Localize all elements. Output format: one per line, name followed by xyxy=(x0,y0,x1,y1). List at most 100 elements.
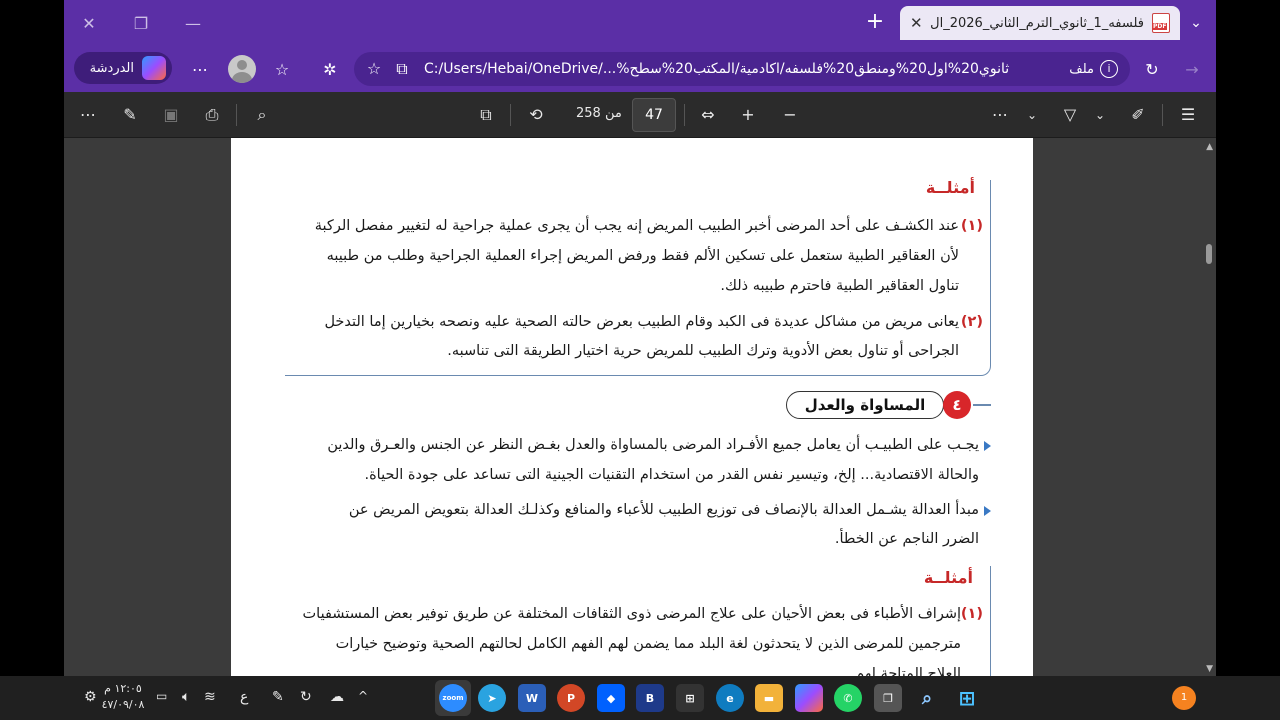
more-annotations-icon[interactable]: ⋯ xyxy=(988,103,1012,127)
rotate-icon[interactable]: ⟲ xyxy=(524,103,548,127)
toolbar-separator xyxy=(510,104,511,126)
example1-line-3: تناول العقاقير الطبية فاحترم طبيبه ذلك. xyxy=(720,278,959,294)
page-view-icon[interactable]: ⧉ xyxy=(474,103,498,127)
zoom-out-icon[interactable]: − xyxy=(778,103,802,127)
url-text[interactable]: C:/Users/Hebai/OneDrive/...%ثانوي20%اول2… xyxy=(366,61,1059,77)
microsoft-store-app-icon[interactable]: ⊞ xyxy=(676,684,704,712)
highlight-icon[interactable]: ✐ xyxy=(1126,103,1150,127)
example2-line-1: يعانى مريض من مشاكل عديدة فى الكبد وقام … xyxy=(324,314,959,330)
copilot-chat-button[interactable]: الدردشة xyxy=(74,52,172,84)
example3-line-3: العلاج المتاحة لهم. xyxy=(850,666,961,676)
print-icon[interactable]: ⎙ xyxy=(200,103,224,127)
page-number-input[interactable]: 47 xyxy=(632,98,676,132)
tab-title: فلسفه_1_ثانوي_الترم_الثاني_2026_ال xyxy=(930,15,1144,31)
zoom-app-icon[interactable]: zoom xyxy=(439,684,467,712)
left-black-margin xyxy=(0,0,64,676)
info-icon: i xyxy=(1100,60,1118,78)
pdf-viewer[interactable]: أمثلــة (١) عند الكشـف على أحد المرضى أخ… xyxy=(64,138,1216,676)
search-icon[interactable]: ⌕ xyxy=(250,103,274,127)
add-favorite-star-icon[interactable]: ☆ xyxy=(362,57,386,81)
bullet1-line-1: يجـب على الطبيـب أن يعامل جميع الأفـراد … xyxy=(327,437,979,453)
word-app-icon[interactable]: W xyxy=(518,684,546,712)
section-title-pill: المساواة والعدل xyxy=(786,391,944,419)
tray-app-icon[interactable]: ✎ xyxy=(272,689,284,705)
save-as-icon[interactable]: ✎ xyxy=(118,103,142,127)
scroll-thumb[interactable] xyxy=(1206,244,1212,264)
bullet-marker-icon xyxy=(984,506,991,516)
system-clock[interactable]: ١٢:٠٥ م ٤٧/٠٩/٠٨ xyxy=(100,681,146,713)
tray-app-icon[interactable]: ↻ xyxy=(300,689,312,705)
close-tab-icon[interactable]: ✕ xyxy=(910,14,923,32)
example1-number: (١) xyxy=(960,218,983,234)
section-rule xyxy=(973,404,991,406)
file-site-info[interactable]: ملف i xyxy=(1069,60,1118,78)
whatsapp-app-icon[interactable]: ✆ xyxy=(834,684,862,712)
address-bar-row: الدردشة ⋯ ☆ ✲ ☆ ⧉ C:/Users/Hebai/OneDriv… xyxy=(64,46,1216,92)
bullet-marker-icon xyxy=(984,441,991,451)
restore-window-icon[interactable]: ❐ xyxy=(116,8,166,38)
powerpoint-app-icon[interactable]: P xyxy=(557,684,585,712)
clock-time: ١٢:٠٥ م xyxy=(104,682,142,695)
vertical-scrollbar[interactable]: ▲ ▼ xyxy=(1202,138,1216,676)
bullet2-line-2: الضرر الناجم عن الخطأ. xyxy=(834,531,979,547)
screen: ✕ ❐ — + فلسفه_1_ثانوي_الترم_الثاني_2026_… xyxy=(0,0,1280,720)
edge-app-icon[interactable]: e xyxy=(716,684,744,712)
input-language[interactable]: ع xyxy=(240,689,248,705)
forward-arrow-icon[interactable]: → xyxy=(1180,58,1204,82)
right-black-margin xyxy=(1216,0,1280,676)
accessibility-icon[interactable]: ⚙ xyxy=(84,689,97,705)
notification-badge[interactable]: 1 xyxy=(1172,686,1196,710)
more-tools-icon[interactable]: ⋯ xyxy=(76,103,100,127)
example1-line-1: عند الكشـف على أحد المرضى أخبر الطبيب ال… xyxy=(314,218,959,234)
scroll-down-arrow-icon[interactable]: ▼ xyxy=(1206,664,1213,674)
task-view-app-icon[interactable]: ❐ xyxy=(874,684,902,712)
minimize-window-icon[interactable]: — xyxy=(168,8,218,38)
refresh-icon[interactable]: ↻ xyxy=(1140,58,1164,82)
extensions-icon[interactable]: ✲ xyxy=(318,58,342,82)
pdf-file-icon xyxy=(1152,13,1170,33)
more-options-icon[interactable]: ⋯ xyxy=(188,58,212,82)
close-window-icon[interactable]: ✕ xyxy=(64,8,114,38)
title-bar: ✕ ❐ — + فلسفه_1_ثانوي_الترم_الثاني_2026_… xyxy=(64,0,1216,46)
tray-app-icon[interactable]: ☁ xyxy=(330,689,344,705)
tab-actions-chevron-icon[interactable]: ⌄ xyxy=(1176,8,1216,38)
edge-browser-window: ✕ ❐ — + فلسفه_1_ثانوي_الترم_الثاني_2026_… xyxy=(64,0,1216,676)
fit-to-width-icon[interactable]: ⇔ xyxy=(696,103,720,127)
toolbar-separator xyxy=(236,104,237,126)
profile-avatar[interactable] xyxy=(228,55,256,83)
bullet2-line-1: مبدأ العدالة يشـمل العدالة بالإنصاف فى ت… xyxy=(348,502,979,518)
highlight-chevron-icon[interactable]: ⌄ xyxy=(1088,103,1112,127)
b-app-icon[interactable]: B xyxy=(636,684,664,712)
telegram-app-icon[interactable]: ➤ xyxy=(478,684,506,712)
new-tab-button[interactable]: + xyxy=(860,10,890,34)
battery-icon[interactable]: ▭ xyxy=(156,689,167,703)
example3-number: (١) xyxy=(960,606,983,622)
draw-icon[interactable]: ▽ xyxy=(1058,103,1082,127)
wifi-icon[interactable]: ≋ xyxy=(204,689,216,705)
active-tab[interactable]: فلسفه_1_ثانوي_الترم_الثاني_2026_ال ✕ xyxy=(900,6,1180,40)
total-pages-label: من 258 xyxy=(576,106,622,121)
file-label: ملف xyxy=(1069,61,1094,77)
example1-line-2: لأن العقاقير الطبية ستعمل على تسكين الأل… xyxy=(326,248,959,264)
example3-line-1: إشراف الأطباء فى بعض الأحيان على علاج ال… xyxy=(302,606,961,622)
pdf-page: أمثلــة (١) عند الكشـف على أحد المرضى أخ… xyxy=(231,138,1033,676)
zoom-in-icon[interactable]: + xyxy=(736,103,760,127)
table-of-contents-icon[interactable]: ☰ xyxy=(1176,103,1200,127)
dropbox-app-icon[interactable]: ◆ xyxy=(597,684,625,712)
example2-number: (٢) xyxy=(960,314,983,330)
pdf-toolbar: ⋯ ✎ ▣ ⎙ ⌕ ⧉ ⟲ من 258 47 ⇔ + − ⋯ ⌄ ▽ ⌄ ✐ … xyxy=(64,92,1216,138)
volume-icon[interactable]: 🔈︎ xyxy=(182,689,190,705)
scroll-up-arrow-icon[interactable]: ▲ xyxy=(1206,142,1213,152)
url-bar[interactable]: ☆ ⧉ C:/Users/Hebai/OneDrive/...%ثانوي20%… xyxy=(354,52,1130,86)
show-hidden-icons-chevron-icon[interactable]: ^ xyxy=(358,689,368,703)
toolbar-separator xyxy=(1162,104,1163,126)
search-app-icon[interactable]: ⌕ xyxy=(913,684,941,712)
draw-chevron-icon[interactable]: ⌄ xyxy=(1020,103,1044,127)
file-explorer-app-icon[interactable]: ▬ xyxy=(755,684,783,712)
save-icon[interactable]: ▣ xyxy=(159,103,183,127)
copilot-app-icon[interactable] xyxy=(795,684,823,712)
app-available-icon[interactable]: ⧉ xyxy=(390,57,414,81)
start-windows-icon[interactable]: ⊞ xyxy=(953,684,981,712)
favorites-list-icon[interactable]: ☆ xyxy=(270,58,294,82)
section-number-badge: ٤ xyxy=(943,391,971,419)
